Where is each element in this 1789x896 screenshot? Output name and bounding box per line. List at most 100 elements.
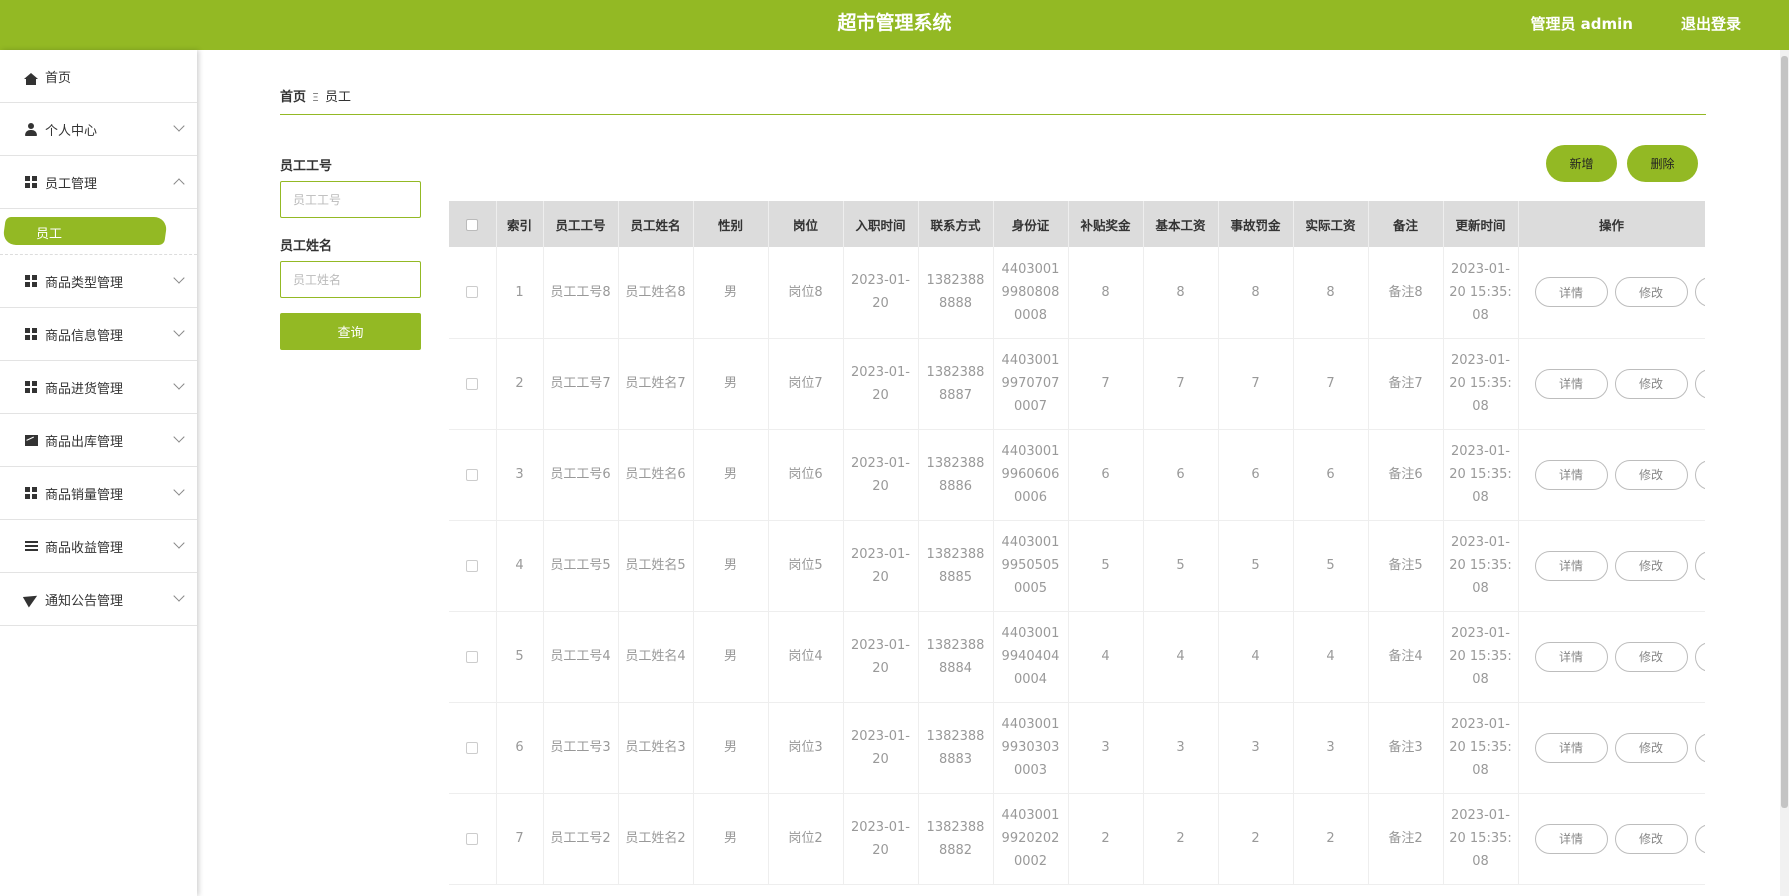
cell-remark: 备注6 xyxy=(1368,429,1444,521)
cell-gender: 男 xyxy=(693,793,769,885)
chevron-down-icon xyxy=(173,272,185,284)
detail-button[interactable]: 详情 xyxy=(1534,550,1608,581)
employee-no-input[interactable] xyxy=(280,181,421,218)
edit-button[interactable]: 修改 xyxy=(1614,641,1688,672)
detail-button[interactable]: 详情 xyxy=(1534,732,1608,763)
column-header: 员工工号 xyxy=(543,201,619,247)
active-highlight xyxy=(2,217,168,245)
sidebar-item-product-purchase[interactable]: 商品进货管理 xyxy=(0,361,197,414)
edit-button[interactable]: 修改 xyxy=(1614,732,1688,763)
detail-button[interactable]: 详情 xyxy=(1534,641,1608,672)
detail-button[interactable]: 详情 xyxy=(1534,277,1608,308)
cell-actions: 详情 修改 xyxy=(1518,338,1705,430)
detail-button[interactable]: 详情 xyxy=(1534,823,1608,854)
cell-actions: 详情 修改 xyxy=(1518,793,1705,885)
detail-button[interactable]: 详情 xyxy=(1534,459,1608,490)
edit-button[interactable]: 修改 xyxy=(1614,277,1688,308)
delete-button[interactable]: 删除 xyxy=(1627,145,1698,182)
sidebar: 首页 个人中心 员工管理 员工 商品类型管理 商品信息管理 商品进货管理 商品出… xyxy=(0,50,197,896)
column-header: 事故罚金 xyxy=(1218,201,1294,247)
cell-remark: 备注8 xyxy=(1368,247,1444,339)
scrollbar-thumb[interactable] xyxy=(1781,56,1788,808)
cell-phone: 13823888887 xyxy=(918,338,994,430)
grid-icon xyxy=(24,486,38,500)
employee-no-label: 员工工号 xyxy=(280,159,333,174)
logout-button[interactable]: 退出登录 xyxy=(1681,13,1741,34)
sidebar-subitem-label: 员工 xyxy=(36,227,63,242)
column-header: 索引 xyxy=(496,201,544,247)
delete-row-button[interactable] xyxy=(1694,641,1705,672)
grid-icon xyxy=(24,327,38,341)
cell-id-card: 440300199505050005 xyxy=(993,520,1069,612)
delete-row-button[interactable] xyxy=(1694,459,1705,490)
add-button[interactable]: 新增 xyxy=(1546,145,1617,182)
chart-icon xyxy=(24,433,38,447)
row-checkbox[interactable] xyxy=(449,429,497,521)
edit-button[interactable]: 修改 xyxy=(1614,459,1688,490)
chevron-down-icon xyxy=(173,537,185,549)
row-checkbox[interactable] xyxy=(449,520,497,612)
row-checkbox[interactable] xyxy=(449,338,497,430)
breadcrumb-separator-icon: Ξ xyxy=(312,91,319,104)
row-checkbox[interactable] xyxy=(449,793,497,885)
breadcrumb-home[interactable]: 首页 xyxy=(280,90,306,105)
grid-icon xyxy=(24,175,38,189)
sidebar-item-notice[interactable]: 通知公告管理 xyxy=(0,573,197,626)
column-header: 身份证 xyxy=(993,201,1069,247)
cell-name: 员工姓名2 xyxy=(618,793,694,885)
column-header: 岗位 xyxy=(768,201,844,247)
cell-post: 岗位5 xyxy=(768,520,844,612)
list-icon xyxy=(24,539,38,553)
page-scrollbar[interactable] xyxy=(1780,50,1789,896)
table-row: 2 员工工号7 员工姓名7 男岗位7 2023-01-20 13823888887 4403… xyxy=(449,338,1705,430)
cell-hire: 2023-01-20 xyxy=(843,429,919,521)
sidebar-item-personal-center[interactable]: 个人中心 xyxy=(0,103,197,156)
delete-row-button[interactable] xyxy=(1694,550,1705,581)
row-checkbox[interactable] xyxy=(449,247,497,339)
edit-button[interactable]: 修改 xyxy=(1614,550,1688,581)
sidebar-item-label: 员工管理 xyxy=(45,176,98,192)
select-all-checkbox[interactable] xyxy=(449,201,497,247)
sidebar-item-label: 商品销量管理 xyxy=(45,487,124,503)
cell-post: 岗位4 xyxy=(768,611,844,703)
cell-actual: 5 xyxy=(1293,520,1369,612)
cell-idx: 6 xyxy=(496,702,544,794)
cell-actual: 8 xyxy=(1293,247,1369,339)
sidebar-item-label: 首页 xyxy=(45,70,72,86)
cell-idx: 2 xyxy=(496,338,544,430)
sidebar-subitem-employee[interactable]: 员工 xyxy=(0,209,197,255)
edit-button[interactable]: 修改 xyxy=(1614,823,1688,854)
cell-idx: 7 xyxy=(496,793,544,885)
sidebar-item-product-info[interactable]: 商品信息管理 xyxy=(0,308,197,361)
detail-button[interactable]: 详情 xyxy=(1534,368,1608,399)
grid-icon xyxy=(24,274,38,288)
delete-row-button[interactable] xyxy=(1694,368,1705,399)
search-button[interactable]: 查询 xyxy=(280,313,421,350)
cell-id-card: 440300199707070007 xyxy=(993,338,1069,430)
cell-gender: 男 xyxy=(693,611,769,703)
sidebar-item-employee-management[interactable]: 员工管理 xyxy=(0,156,197,209)
sidebar-item-home[interactable]: 首页 xyxy=(0,50,197,103)
chevron-down-icon xyxy=(173,325,185,337)
row-checkbox[interactable] xyxy=(449,611,497,703)
table-row: 5 员工工号4 员工姓名4 男岗位4 2023-01-20 13823888884 4403… xyxy=(449,611,1705,703)
employee-name-input[interactable] xyxy=(280,261,421,298)
delete-row-button[interactable] xyxy=(1694,277,1705,308)
sidebar-item-product-outbound[interactable]: 商品出库管理 xyxy=(0,414,197,467)
delete-row-button[interactable] xyxy=(1694,823,1705,854)
cell-fine: 8 xyxy=(1218,247,1294,339)
delete-row-button[interactable] xyxy=(1694,732,1705,763)
cell-remark: 备注7 xyxy=(1368,338,1444,430)
chevron-up-icon xyxy=(173,178,185,190)
sidebar-item-product-sales[interactable]: 商品销量管理 xyxy=(0,467,197,520)
column-header: 入职时间 xyxy=(843,201,919,247)
edit-button[interactable]: 修改 xyxy=(1614,368,1688,399)
cell-phone: 13823888886 xyxy=(918,429,994,521)
row-checkbox[interactable] xyxy=(449,702,497,794)
cell-base: 5 xyxy=(1143,520,1219,612)
cell-base: 8 xyxy=(1143,247,1219,339)
sidebar-item-product-revenue[interactable]: 商品收益管理 xyxy=(0,520,197,573)
cell-updated: 2023-01-20 15:35:08 xyxy=(1443,338,1519,430)
cell-hire: 2023-01-20 xyxy=(843,338,919,430)
sidebar-item-product-type[interactable]: 商品类型管理 xyxy=(0,255,197,308)
